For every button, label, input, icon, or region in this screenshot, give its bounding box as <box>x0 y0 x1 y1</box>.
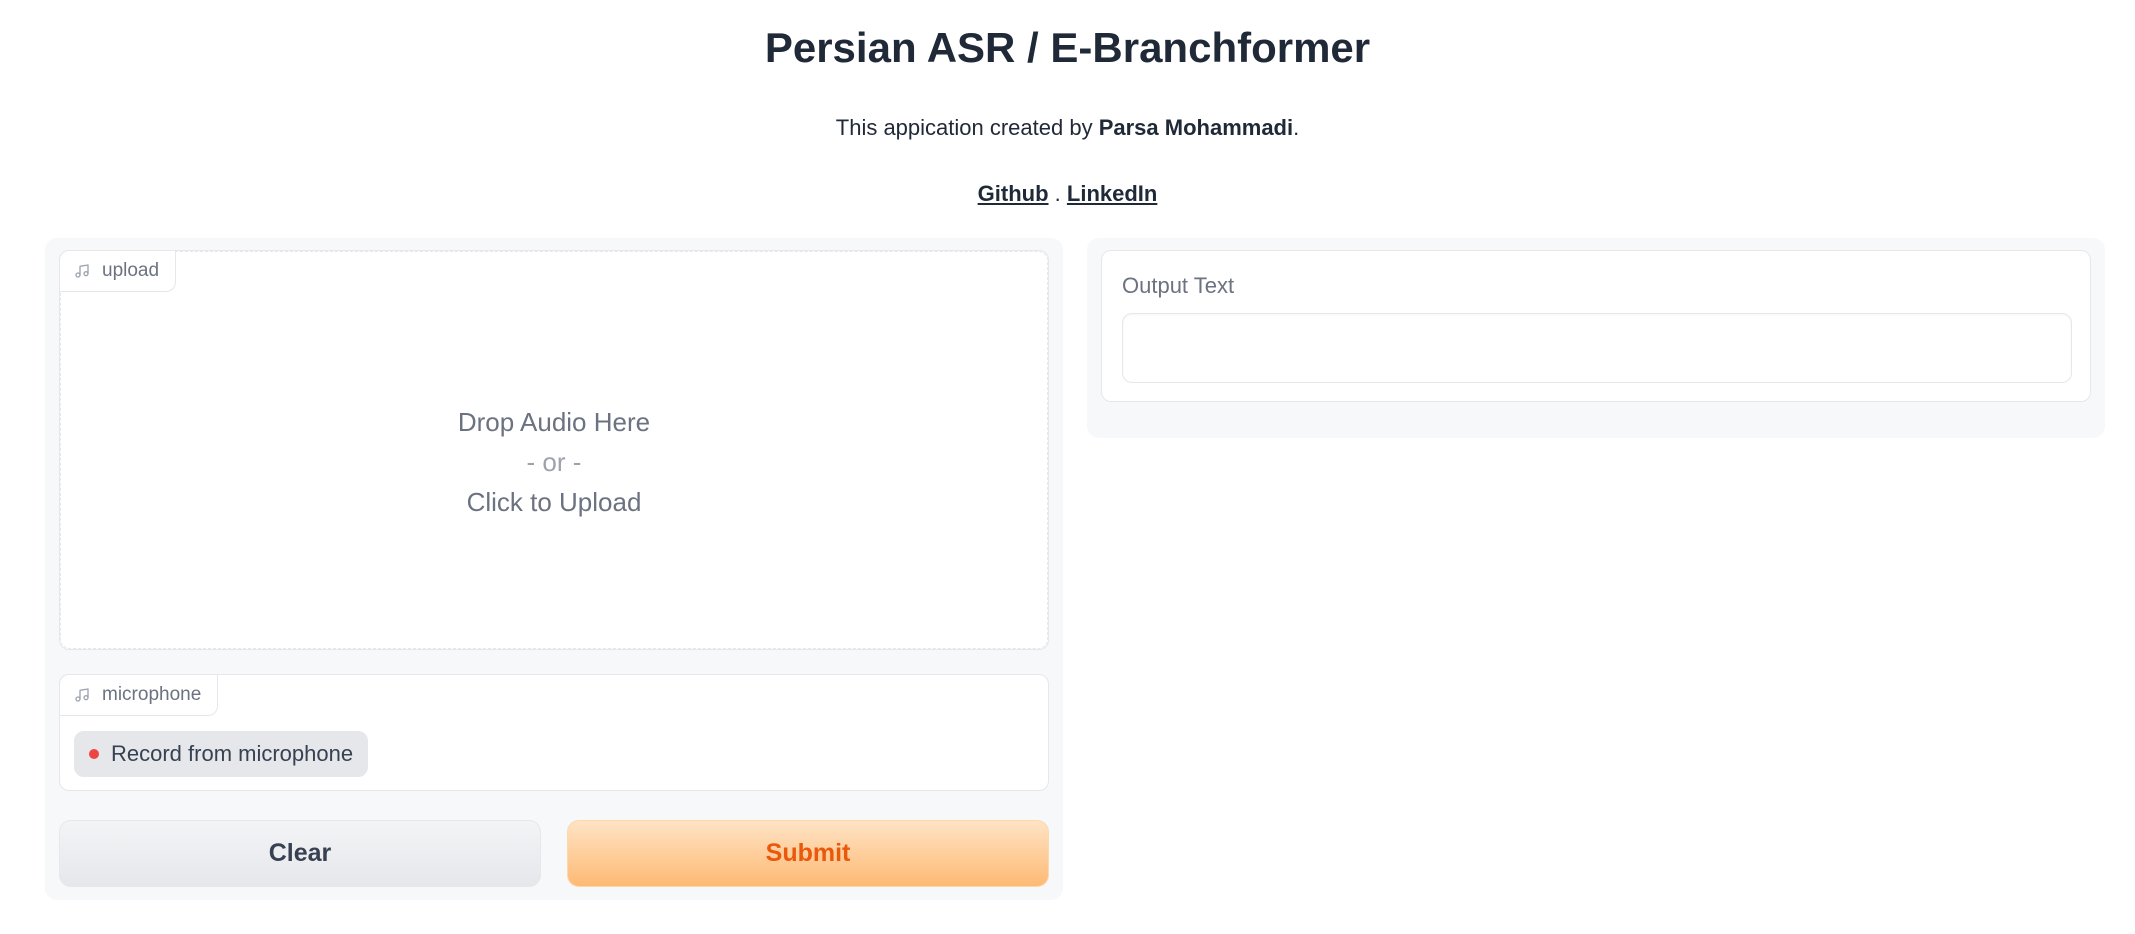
microphone-label: microphone <box>102 684 202 705</box>
drop-line-2: - or - <box>526 447 582 477</box>
record-microphone-button[interactable]: Record from microphone <box>74 731 369 777</box>
drop-line-1: Drop Audio Here <box>457 407 651 437</box>
output-label: Output Text <box>1122 273 1235 298</box>
clear-button[interactable]: Clear <box>59 820 541 887</box>
audio-drop-zone[interactable]: Drop Audio Here - or - Click to Upload <box>60 251 1048 649</box>
links-separator: . <box>1054 181 1061 206</box>
upload-label-tab: upload <box>59 250 177 292</box>
output-panel: Output Text <box>1087 238 2105 438</box>
record-dot-icon <box>89 749 99 759</box>
output-text-block: Output Text <box>1101 250 2091 402</box>
drop-instructions: Drop Audio Here - or - Click to Upload <box>61 402 1047 522</box>
description-suffix: . <box>1293 115 1300 140</box>
microphone-label-tab: microphone <box>59 674 219 716</box>
microphone-block: microphone Record from microphone <box>59 674 1049 791</box>
output-text-field[interactable] <box>1122 313 2072 383</box>
linkedin-link[interactable]: LinkedIn <box>1067 181 1157 206</box>
record-label: Record from microphone <box>111 741 354 766</box>
music-note-icon <box>74 687 90 703</box>
drop-line-3: Click to Upload <box>466 487 642 517</box>
description-prefix: This appication created by <box>835 115 1099 140</box>
input-panel: Drop Audio Here - or - Click to Upload u… <box>45 238 1063 900</box>
music-note-icon <box>74 263 90 279</box>
social-links: Github . LinkedIn <box>0 178 2135 210</box>
submit-button[interactable]: Submit <box>567 820 1049 887</box>
app-description: This appication created by Parsa Mohamma… <box>0 112 2135 144</box>
page-title: Persian ASR / E-Branchformer <box>764 24 1371 71</box>
author-name: Parsa Mohammadi <box>1098 115 1294 140</box>
upload-label: upload <box>102 260 160 281</box>
github-link[interactable]: Github <box>978 181 1049 206</box>
upload-audio-block: Drop Audio Here - or - Click to Upload u… <box>59 250 1049 650</box>
